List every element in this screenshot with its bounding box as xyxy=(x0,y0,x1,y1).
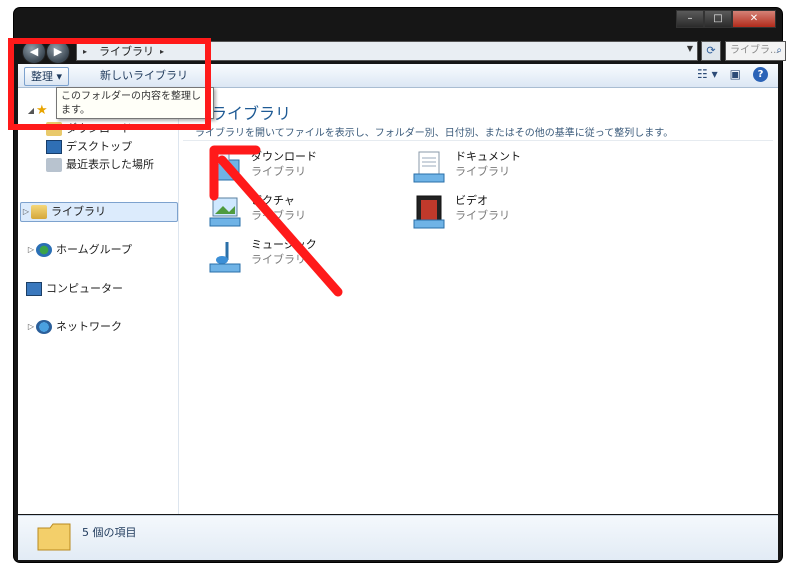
desktop-icon xyxy=(46,140,62,154)
library-music[interactable]: ミュージック ライブラリ xyxy=(207,238,317,278)
documents-library-icon xyxy=(413,151,445,183)
library-videos[interactable]: ビデオ ライブラリ xyxy=(411,194,510,234)
file-list: ライブラリ ライブラリを開いてファイルを表示し、フォルダー別、日付別、またはその… xyxy=(179,88,778,514)
library-type: ライブラリ xyxy=(251,253,306,266)
page-description: ライブラリを開いてファイルを表示し、フォルダー別、日付別、またはその他の基準に従… xyxy=(195,128,674,139)
close-button[interactable]: ✕ xyxy=(732,10,776,28)
sidebar-item-computer[interactable]: コンピューター xyxy=(26,280,123,298)
sidebar-item-label: コンピューター xyxy=(46,282,123,295)
page-title: ライブラリ xyxy=(211,104,292,123)
library-name: ドキュメント xyxy=(455,150,521,163)
pictures-library-icon xyxy=(209,197,241,227)
sidebar-item-label: 最近表示した場所 xyxy=(66,158,154,171)
content-area: ◢ ★ お ダウンロード デスクトップ 最近表示した場所 ▷ ライブラリ xyxy=(18,88,778,514)
refresh-button[interactable]: ⟳ xyxy=(701,41,721,61)
library-documents[interactable]: ドキュメント ライブラリ xyxy=(411,150,521,190)
library-type: ライブラリ xyxy=(251,209,306,222)
libraries-icon xyxy=(31,205,47,219)
sidebar-item-label: ホームグループ xyxy=(56,243,133,256)
expand-icon[interactable]: ▷ xyxy=(21,203,31,221)
network-icon xyxy=(36,320,52,334)
expand-icon[interactable]: ▷ xyxy=(26,318,36,336)
library-folder-icon xyxy=(37,523,71,551)
preview-pane-icon[interactable]: ▣ xyxy=(730,67,741,82)
computer-icon xyxy=(26,282,42,296)
minimize-button[interactable]: – xyxy=(676,10,704,28)
sidebar-item-recent-places[interactable]: 最近表示した場所 xyxy=(46,156,154,174)
address-dropdown-icon[interactable]: ▼ xyxy=(687,44,693,53)
search-placeholder: ライブラ... xyxy=(730,45,780,56)
recent-places-icon xyxy=(46,158,62,172)
help-icon[interactable]: ? xyxy=(753,67,768,82)
library-name: ミュージック xyxy=(251,238,317,251)
downloads-library-icon xyxy=(210,153,240,181)
change-view-icon[interactable]: ☷ ▾ xyxy=(697,67,718,82)
title-bar: – □ ✕ xyxy=(14,8,782,38)
sidebar-item-libraries[interactable]: ▷ ライブラリ xyxy=(20,202,178,222)
sidebar-item-label: デスクトップ xyxy=(66,140,132,153)
annotation-highlight-box xyxy=(8,38,211,130)
library-type: ライブラリ xyxy=(455,209,510,222)
caption-buttons: – □ ✕ xyxy=(676,10,776,28)
navigation-pane: ◢ ★ お ダウンロード デスクトップ 最近表示した場所 ▷ ライブラリ xyxy=(18,88,179,514)
sidebar-item-label: ネットワーク xyxy=(56,320,122,333)
library-name: ビデオ xyxy=(455,194,488,207)
sidebar-item-homegroup[interactable]: ▷ ホームグループ xyxy=(26,241,132,259)
search-input[interactable]: ライブラ... ⌕ xyxy=(725,41,786,61)
divider xyxy=(183,140,773,141)
library-name: ピクチャ xyxy=(251,194,295,207)
videos-library-icon xyxy=(413,195,445,229)
homegroup-icon xyxy=(36,243,52,257)
item-count: 5 個の項目 xyxy=(82,526,137,539)
expand-icon[interactable]: ▷ xyxy=(26,241,36,259)
library-type: ライブラリ xyxy=(455,165,510,178)
library-name: ダウンロード xyxy=(251,150,317,163)
view-controls: ☷ ▾ ▣ ? xyxy=(697,67,768,82)
search-icon[interactable]: ⌕ xyxy=(776,42,782,60)
sidebar-item-network[interactable]: ▷ ネットワーク xyxy=(26,318,122,336)
details-pane: 5 個の項目 xyxy=(18,515,778,560)
library-downloads[interactable]: ダウンロード ライブラリ xyxy=(207,150,317,190)
maximize-button[interactable]: □ xyxy=(704,10,732,28)
sidebar-item-label: ライブラリ xyxy=(51,205,106,218)
sidebar-item-desktop[interactable]: デスクトップ xyxy=(46,138,132,156)
music-library-icon xyxy=(209,242,241,273)
library-type: ライブラリ xyxy=(251,165,306,178)
library-pictures[interactable]: ピクチャ ライブラリ xyxy=(207,194,306,234)
